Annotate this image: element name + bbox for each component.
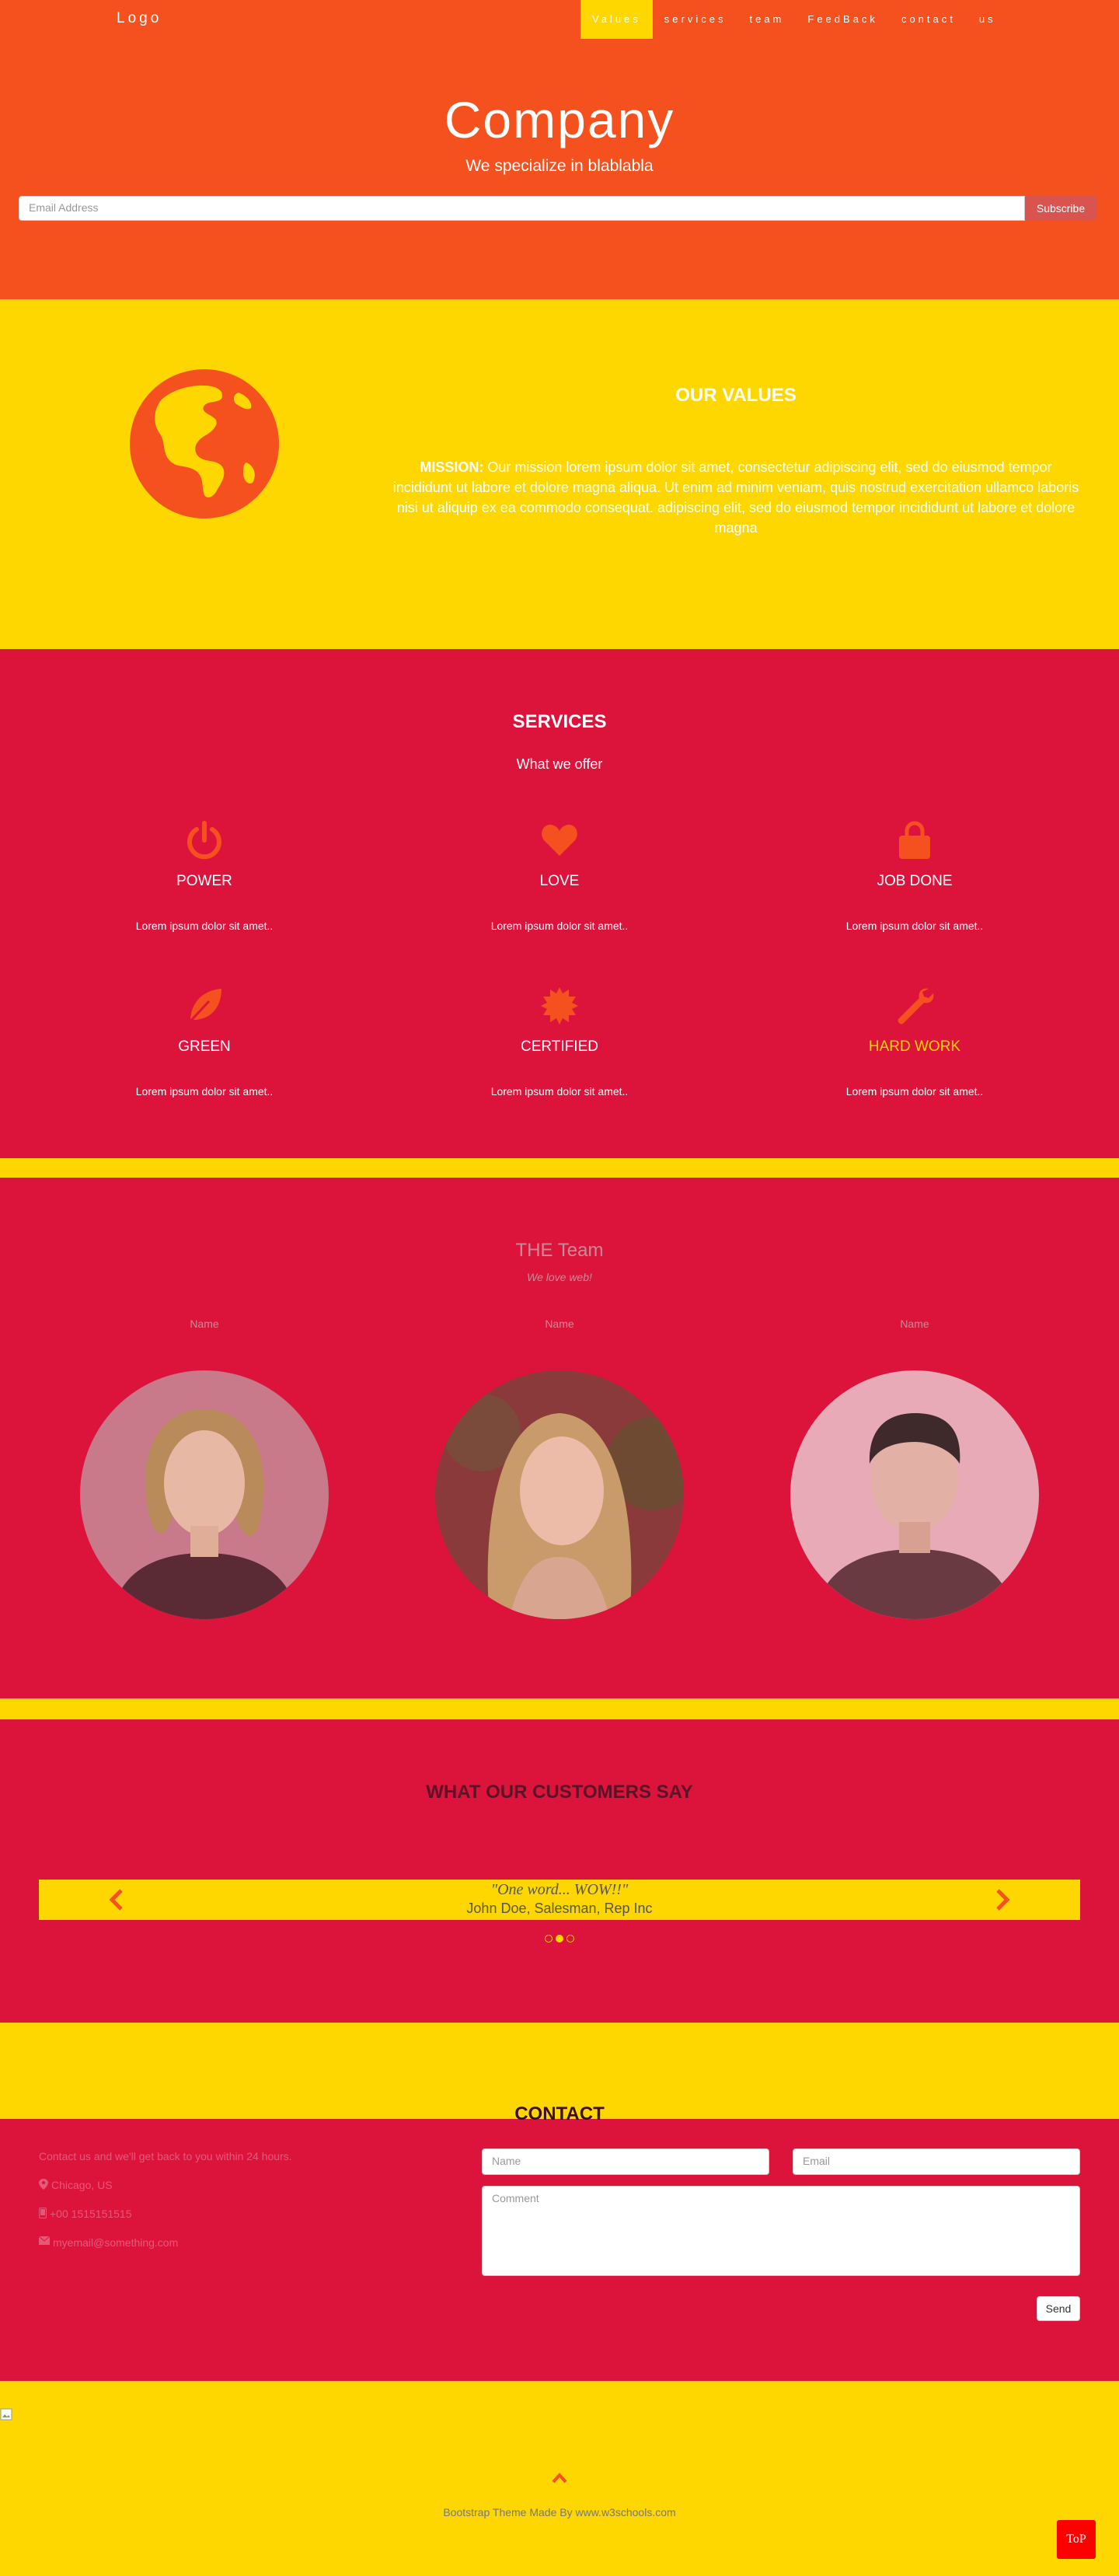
- mission-label: MISSION:: [420, 459, 484, 475]
- service-job-done: JOB DONE Lorem ipsum dolor sit amet..: [798, 820, 1031, 932]
- member-photo: [790, 1370, 1039, 1619]
- service-love: LOVE Lorem ipsum dolor sit amet..: [443, 820, 676, 932]
- service-text: Lorem ipsum dolor sit amet..: [135, 920, 274, 932]
- nav-item-values[interactable]: Values: [580, 0, 653, 39]
- broken-image-icon: [0, 2408, 12, 2421]
- contact-heading: CONTACT: [514, 2103, 605, 2124]
- nav-item-services[interactable]: services: [653, 0, 738, 39]
- services-heading: SERVICES: [512, 711, 607, 732]
- testimonials-section: WHAT OUR CUSTOMERS SAY "One word... WOW!…: [0, 1719, 1119, 2023]
- footer-credit-text: Bootstrap Theme Made By: [443, 2506, 576, 2518]
- contact-location: Chicago, US: [39, 2179, 292, 2208]
- contact-location-text: Chicago, US: [51, 2179, 113, 2191]
- values-section: OUR VALUES MISSION: Our mission lorem ip…: [0, 299, 1119, 649]
- service-power: POWER Lorem ipsum dolor sit amet..: [88, 820, 321, 932]
- service-text: Lorem ipsum dolor sit amet..: [845, 920, 984, 932]
- service-title: LOVE: [539, 873, 580, 889]
- member-name: Name: [900, 1318, 929, 1330]
- member-photo: [435, 1370, 684, 1619]
- wrench-icon: [898, 988, 934, 1024]
- nav-item-contact[interactable]: contact: [890, 0, 967, 39]
- service-text: Lorem ipsum dolor sit amet..: [490, 920, 629, 932]
- service-hard-work: HARD WORK Lorem ipsum dolor sit amet..: [798, 986, 1031, 1098]
- contact-intro: Contact us and we'll get back to you wit…: [39, 2150, 292, 2179]
- team-section: THE Team We love web! Name Name Name: [0, 1178, 1119, 1698]
- values-heading: OUR VALUES: [675, 385, 797, 406]
- service-green: GREEN Lorem ipsum dolor sit amet..: [88, 986, 321, 1098]
- nav-item-feedback[interactable]: FeedBack: [796, 0, 890, 39]
- hero-subtitle: We specialize in blablabla: [465, 157, 654, 175]
- contact-email: myemail@something.com: [39, 2236, 292, 2265]
- service-title: JOB DONE: [877, 873, 953, 889]
- nav-item-us[interactable]: us: [967, 0, 1008, 39]
- service-title: CERTIFIED: [521, 1038, 598, 1055]
- team-member: Name: [790, 1318, 1039, 1619]
- member-photo: [80, 1370, 329, 1619]
- service-text: Lorem ipsum dolor sit amet..: [845, 1085, 984, 1098]
- service-title: HARD WORK: [868, 1038, 961, 1055]
- email-field[interactable]: Email: [793, 2148, 1080, 2175]
- service-title: POWER: [176, 873, 232, 889]
- back-to-top-button[interactable]: ToP: [1057, 2520, 1096, 2559]
- navbar: Logo Values services team FeedBack conta…: [0, 0, 1119, 39]
- footer: Bootstrap Theme Made By www.w3schools.co…: [0, 2381, 1119, 2576]
- team-heading: THE Team: [515, 1240, 604, 1261]
- testimonial-author: John Doe, Salesman, Rep Inc: [466, 1901, 653, 1916]
- service-title: GREEN: [178, 1038, 231, 1055]
- chevron-up-icon[interactable]: [550, 2468, 569, 2487]
- lock-icon: [899, 821, 930, 859]
- service-text: Lorem ipsum dolor sit amet..: [490, 1085, 629, 1098]
- contact-email-text: myemail@something.com: [53, 2236, 179, 2249]
- contact-section: Contact us and we'll get back to you wit…: [0, 2119, 1119, 2381]
- service-text: Lorem ipsum dolor sit amet..: [135, 1085, 274, 1098]
- contact-info: Contact us and we'll get back to you wit…: [39, 2150, 292, 2265]
- leaf-icon: [187, 989, 221, 1024]
- services-section: SERVICES What we offer POWER Lorem ipsum…: [0, 649, 1119, 1158]
- globe-icon: [130, 369, 279, 518]
- comment-field[interactable]: Comment: [482, 2186, 1080, 2276]
- subscribe-email-input[interactable]: Email Address: [19, 196, 1025, 221]
- subscribe-button[interactable]: Subscribe: [1025, 196, 1096, 221]
- carousel-next-button[interactable]: [987, 1884, 1018, 1915]
- hero-section: Company We specialize in blablabla Email…: [0, 39, 1119, 299]
- power-icon: [187, 821, 221, 860]
- heart-icon: [542, 825, 577, 856]
- subscribe-form: Email Address Subscribe: [19, 196, 1096, 221]
- member-name: Name: [545, 1318, 574, 1330]
- mission-text: Our mission lorem ipsum dolor sit amet, …: [392, 459, 1079, 536]
- chevron-right-icon: [996, 1889, 1010, 1911]
- contact-phone: +00 1515151515: [39, 2208, 292, 2236]
- carousel-indicators: [0, 1935, 1119, 1942]
- service-certified: CERTIFIED Lorem ipsum dolor sit amet..: [443, 986, 676, 1098]
- phone-icon: [39, 2208, 47, 2218]
- testimonial-quote: "One word... WOW!!": [490, 1881, 629, 1898]
- testimonials-heading: WHAT OUR CUSTOMERS SAY: [426, 1782, 693, 1803]
- name-field[interactable]: Name: [482, 2148, 769, 2175]
- nav-item-team[interactable]: team: [737, 0, 796, 39]
- carousel-dot-active[interactable]: [556, 1935, 563, 1942]
- member-name: Name: [190, 1318, 219, 1330]
- services-subheading: What we offer: [516, 756, 603, 772]
- carousel-dot[interactable]: [566, 1935, 574, 1942]
- carousel-dot[interactable]: [545, 1935, 553, 1942]
- hero-title: Company: [444, 91, 675, 148]
- certificate-icon: [541, 987, 578, 1024]
- footer-credit-link[interactable]: www.w3schools.com: [576, 2506, 676, 2518]
- mission-paragraph: MISSION: Our mission lorem ipsum dolor s…: [392, 457, 1079, 538]
- map-marker-icon: [39, 2179, 48, 2190]
- team-subheading: We love web!: [527, 1271, 592, 1283]
- team-member: Name: [80, 1318, 329, 1619]
- testimonial-carousel: "One word... WOW!!" John Doe, Salesman, …: [39, 1880, 1080, 1920]
- envelope-icon: [39, 2236, 50, 2245]
- contact-phone-text: +00 1515151515: [50, 2208, 132, 2220]
- contact-intro-text: Contact us and we'll get back to you wit…: [39, 2150, 292, 2162]
- team-member: Name: [435, 1318, 684, 1619]
- footer-credit: Bootstrap Theme Made By www.w3schools.co…: [0, 2506, 1119, 2518]
- nav-menu: Values services team FeedBack contact us: [580, 0, 1008, 39]
- send-button[interactable]: Send: [1037, 2296, 1080, 2321]
- brand-logo[interactable]: Logo: [117, 10, 162, 27]
